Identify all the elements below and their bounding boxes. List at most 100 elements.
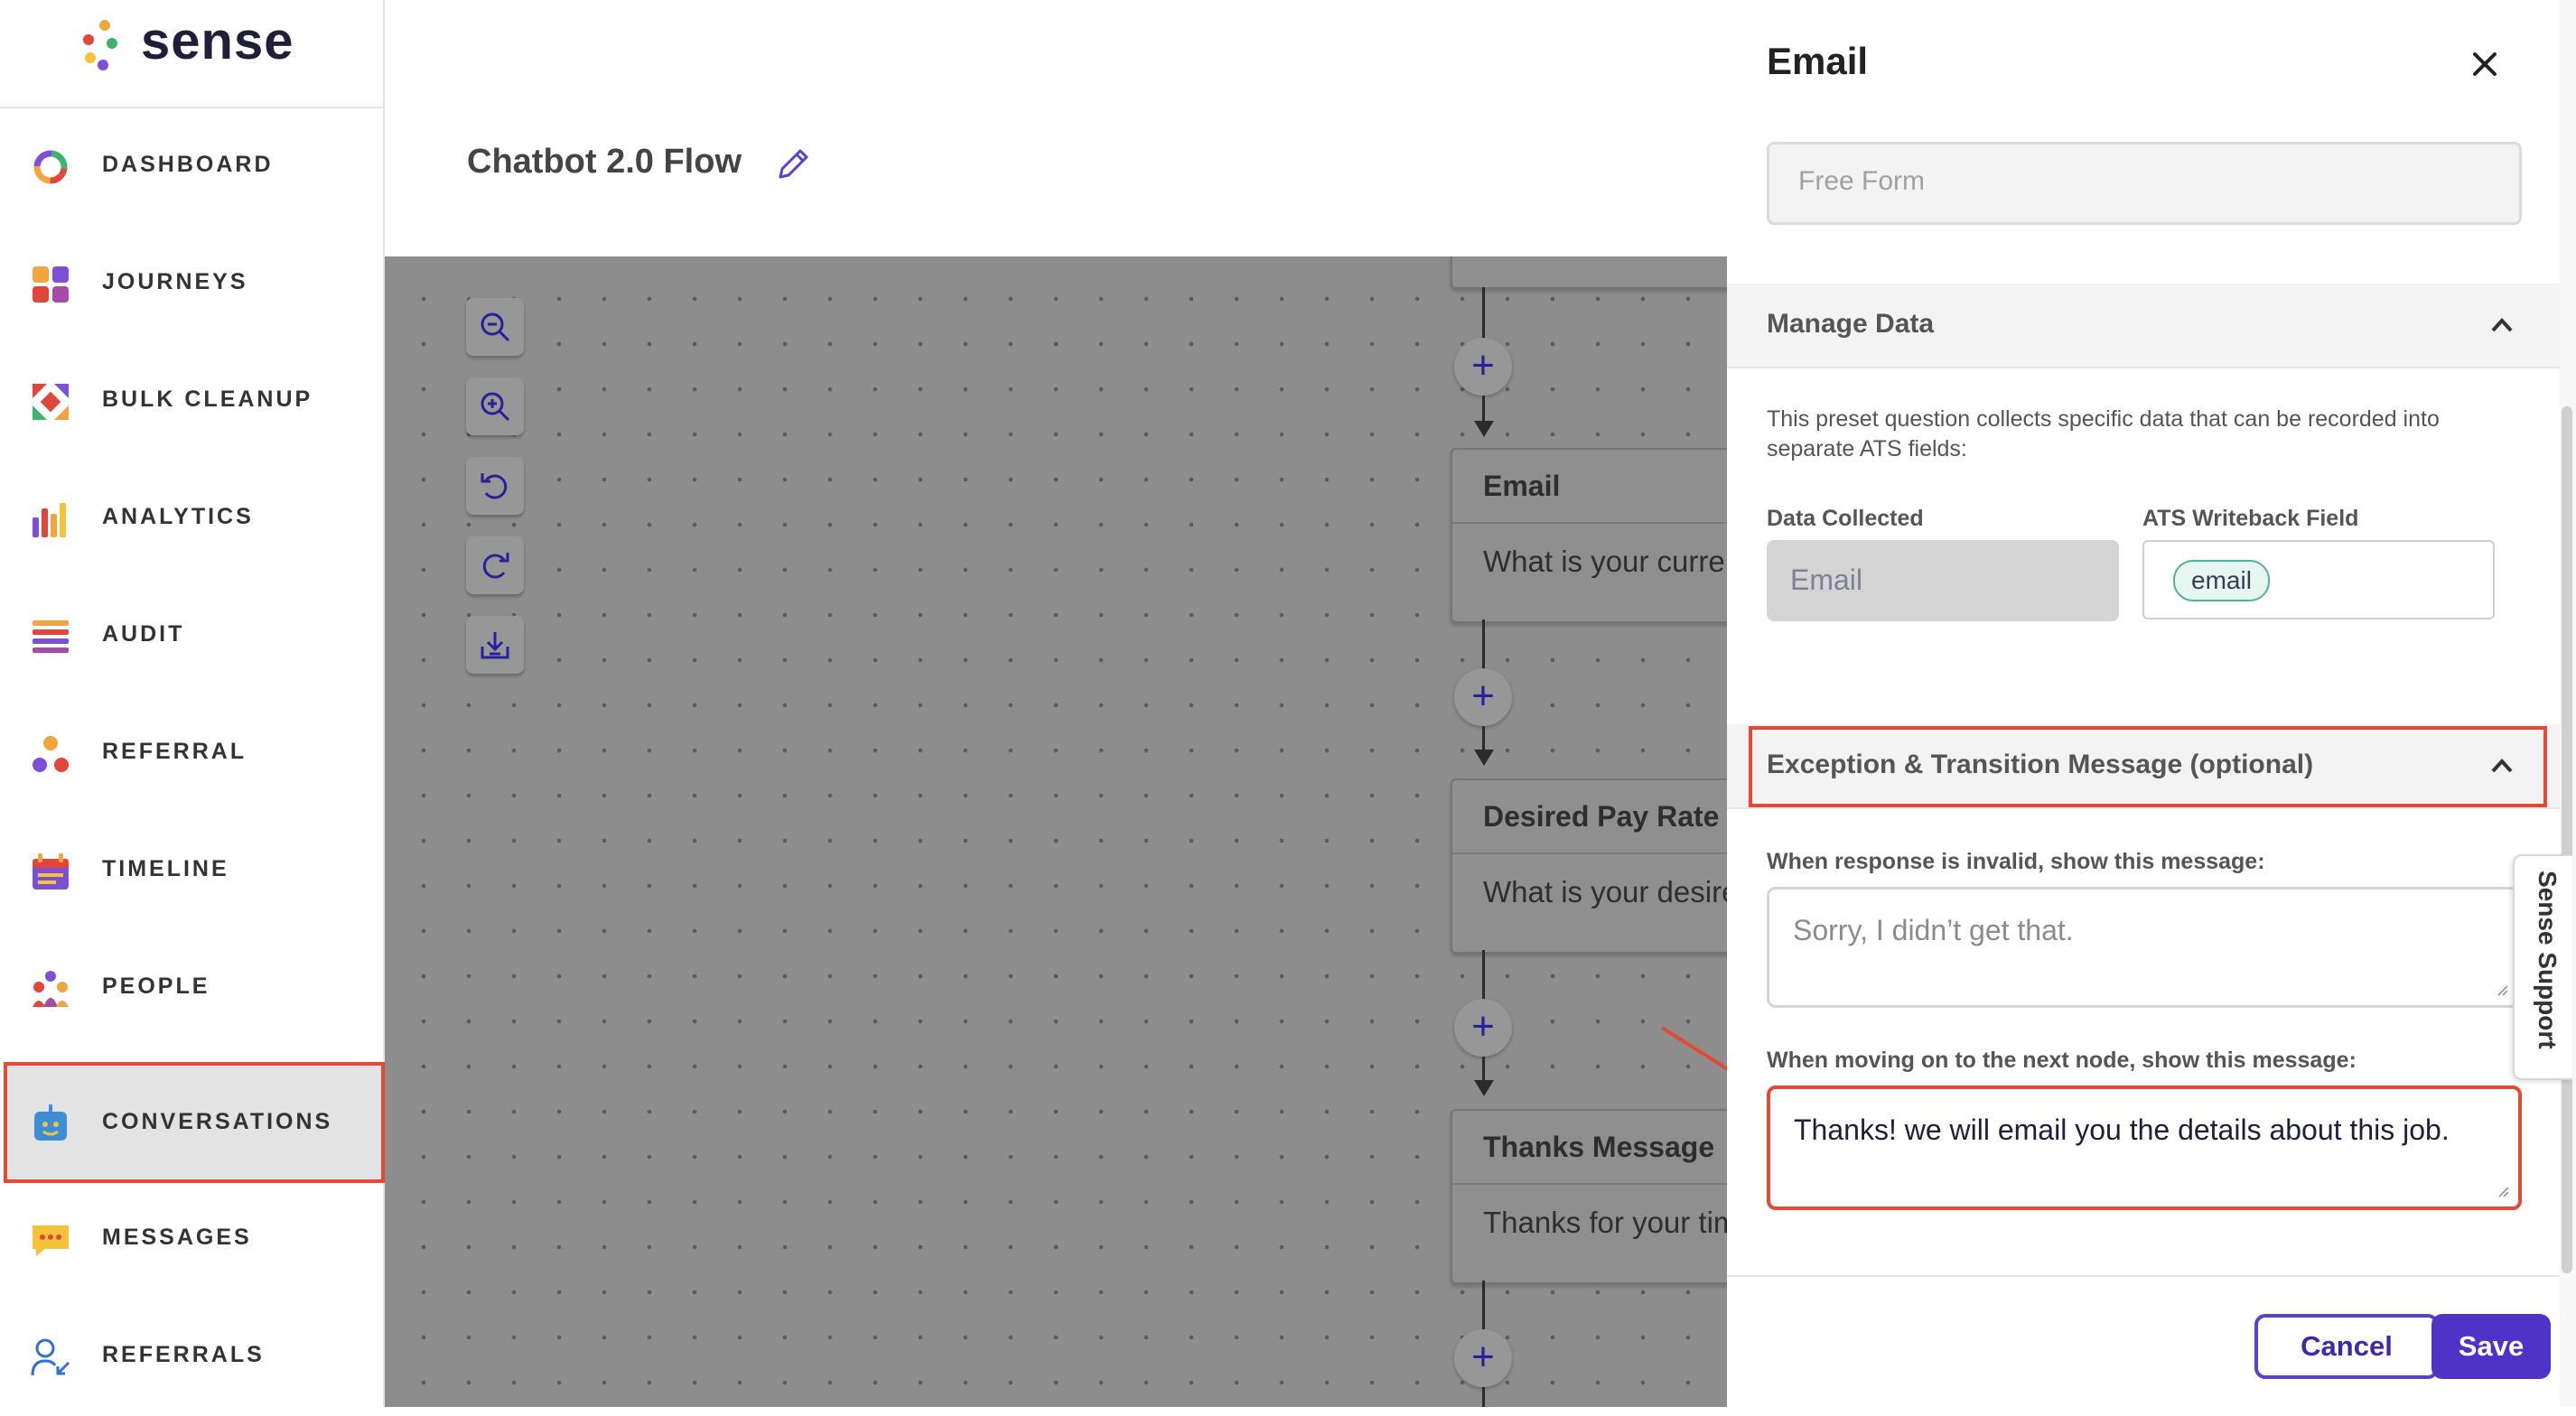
node-title: Thanks Message (1483, 1131, 1715, 1163)
conversations-icon (34, 1104, 67, 1141)
invalid-message-label: When response is invalid, show this mess… (1767, 849, 2265, 874)
resize-grip-icon[interactable] (2496, 983, 2508, 996)
data-collected-value: Email (1790, 564, 1863, 596)
manage-data-title: Manage Data (1767, 309, 1935, 339)
bulk-cleanup-icon (33, 384, 69, 420)
connector-arrow-icon (1474, 750, 1494, 766)
ats-writeback-label: ATS Writeback Field (2142, 506, 2359, 531)
sidebar-item-bulk-cleanup[interactable]: BULK CLEANUP (0, 343, 383, 461)
add-node-button[interactable]: + (1454, 999, 1512, 1057)
sense-support-label: Sense Support (2534, 871, 2562, 1049)
download-button[interactable] (466, 616, 524, 674)
invalid-message-placeholder: Sorry, I didn’t get that. (1793, 914, 2074, 946)
sidebar-item-label: AUDIT (102, 621, 185, 647)
resize-grip-icon[interactable] (2497, 1185, 2509, 1197)
question-type-input[interactable]: Free Form (1767, 142, 2522, 225)
sidebar-item-dashboard[interactable]: DASHBOARD (0, 108, 383, 226)
flow-canvas[interactable]: + Email What is your current email addre… (385, 256, 1727, 1407)
node-settings-panel: Email Free Form Manage Data This preset … (1727, 0, 2576, 1407)
sidebar-item-audit[interactable]: AUDIT (0, 578, 383, 695)
analytics-icon (33, 503, 66, 537)
sidebar-item-label: JOURNEYS (102, 269, 248, 294)
sidebar-item-label: MESSAGES (102, 1225, 252, 1250)
node-text: Thanks for your time. (1483, 1206, 1727, 1239)
audit-icon (33, 620, 69, 653)
connector-line (1482, 950, 1485, 1001)
invalid-message-textarea[interactable]: Sorry, I didn’t get that. (1767, 887, 2520, 1008)
close-icon[interactable] (2468, 47, 2502, 81)
connector-line (1482, 287, 1485, 341)
sidebar-item-referral[interactable]: REFERRAL (0, 695, 383, 813)
flow-node-thanks-message[interactable]: Thanks Message Thanks for your time. (1451, 1109, 1727, 1284)
exception-transition-header[interactable]: Exception & Transition Message (optional… (1727, 724, 2562, 809)
question-type-placeholder: Free Form (1798, 166, 1926, 196)
ats-writeback-chip[interactable]: email (2173, 560, 2270, 601)
node-text: What is your desired pay rate for your n… (1483, 875, 1727, 908)
ats-writeback-field[interactable]: email (2142, 540, 2495, 620)
messages-icon (33, 1225, 69, 1256)
flow-node-desired-pay-rate[interactable]: Desired Pay Rate What is your desired pa… (1451, 778, 1727, 954)
zoom-out-icon (481, 312, 510, 342)
manage-data-description: This preset question collects specific d… (1767, 406, 2440, 461)
sidebar-item-conversations[interactable]: CONVERSATIONS (4, 1062, 385, 1183)
sidebar-item-label: PEOPLE (102, 974, 210, 999)
sidebar-item-label: BULK CLEANUP (102, 387, 313, 412)
node-divider (1452, 522, 1727, 524)
next-node-message-textarea[interactable]: Thanks! we will email you the details ab… (1767, 1085, 2522, 1210)
connector-line (1482, 1387, 1485, 1407)
referrals-icon (31, 1338, 70, 1376)
sidebar-item-label: ANALYTICS (102, 504, 254, 529)
node-text: What is your current email address? (1483, 545, 1727, 578)
zoom-in-button[interactable] (466, 377, 524, 435)
add-node-button[interactable]: + (1454, 338, 1512, 396)
logo-wordmark: sense (141, 12, 294, 70)
sidebar-item-referrals[interactable]: REFERRALS (0, 1299, 383, 1416)
node-divider (1452, 852, 1727, 854)
connector-arrow-icon (1474, 421, 1494, 437)
referral-icon (33, 736, 69, 772)
add-node-button[interactable]: + (1454, 668, 1512, 726)
undo-icon (481, 473, 508, 499)
journeys-icon (33, 266, 69, 303)
sidebar-item-label: REFERRAL (102, 739, 247, 764)
sidebar-item-people[interactable]: PEOPLE (0, 930, 383, 1048)
zoom-out-button[interactable] (466, 298, 524, 356)
panel-scrollbar-thumb[interactable] (2562, 406, 2572, 1273)
chevron-up-icon (2491, 759, 2513, 773)
sidebar-item-label: DASHBOARD (102, 152, 274, 177)
redo-button[interactable] (466, 536, 524, 594)
save-button[interactable]: Save (2431, 1314, 2551, 1379)
timeline-icon (33, 853, 69, 890)
panel-title: Email (1767, 40, 1869, 82)
connector-line (1482, 620, 1485, 670)
sidebar-item-label: REFERRALS (102, 1342, 265, 1367)
next-node-message-label: When moving on to the next node, show th… (1767, 1048, 2357, 1073)
footer-divider (1727, 1275, 2562, 1277)
sense-support-tab[interactable]: Sense Support (2513, 854, 2572, 1080)
flow-node-email[interactable]: Email What is your current email address… (1451, 448, 1727, 623)
sidebar-item-analytics[interactable]: ANALYTICS (0, 461, 383, 578)
undo-button[interactable] (466, 457, 524, 515)
sidebar-item-messages[interactable]: MESSAGES (0, 1181, 383, 1299)
cancel-button[interactable]: Cancel (2254, 1314, 2439, 1379)
add-node-button[interactable]: + (1454, 1329, 1512, 1387)
manage-data-header[interactable]: Manage Data (1727, 284, 2562, 368)
node-title: Desired Pay Rate (1483, 800, 1720, 833)
previous-node[interactable] (1451, 256, 1727, 289)
sidebar-item-label: TIMELINE (102, 856, 229, 881)
exception-transition-title: Exception & Transition Message (optional… (1767, 750, 2314, 779)
sidebar-item-timeline[interactable]: TIMELINE (0, 813, 383, 930)
zoom-in-icon (481, 392, 510, 422)
people-icon (33, 971, 69, 1007)
node-title: Email (1483, 470, 1561, 502)
sidebar-item-label: CONVERSATIONS (102, 1109, 333, 1134)
node-divider (1452, 1183, 1727, 1185)
pencil-edit-icon[interactable] (775, 146, 811, 182)
download-icon (481, 632, 509, 659)
connector-arrow-icon (1474, 1080, 1494, 1096)
sidebar: sense DASHBOARD JOURNEYS BULK CLEANUP AN… (0, 0, 385, 1407)
chevron-up-icon (2491, 318, 2513, 332)
data-collected-field: Email (1767, 540, 2119, 621)
next-node-message-value: Thanks! we will email you the details ab… (1794, 1113, 2450, 1146)
sidebar-item-journeys[interactable]: JOURNEYS (0, 226, 383, 343)
